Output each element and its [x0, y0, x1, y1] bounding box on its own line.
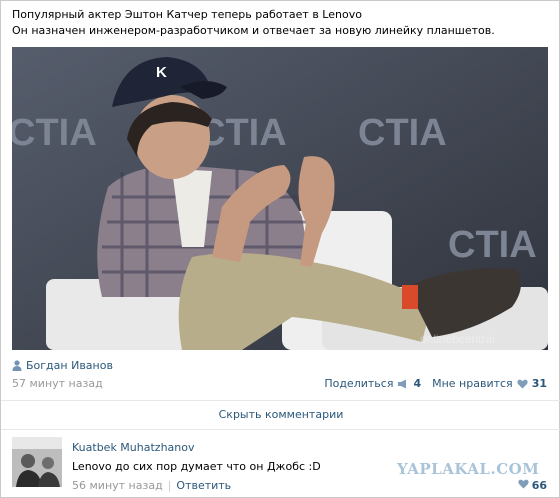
photo-watermark: onlinebcentral	[420, 332, 495, 346]
reply-button[interactable]: Ответить	[176, 479, 231, 492]
comment-like-button[interactable]: 66	[518, 479, 547, 492]
post-author-name[interactable]: Богдан Иванов	[26, 359, 113, 372]
comment-time[interactable]: 56 минут назад	[72, 479, 163, 492]
heart-icon	[517, 379, 528, 389]
divider	[1, 429, 560, 430]
backdrop-logo: CTIA	[12, 112, 97, 154]
meta-separator: |	[167, 479, 172, 492]
megaphone-icon	[397, 379, 409, 389]
post-text-line-2: Он назначен инженером-разработчиком и от…	[12, 24, 495, 37]
comment-meta: 56 минут назад | Ответить	[72, 479, 231, 492]
post-author[interactable]: Богдан Иванов	[12, 359, 113, 372]
comment-author[interactable]: Kuatbek Muhatzhanov	[72, 441, 195, 454]
heart-icon	[518, 479, 529, 492]
share-button[interactable]: Поделиться 4	[324, 377, 421, 390]
like-count: 31	[531, 377, 547, 390]
share-label: Поделиться	[324, 377, 394, 390]
post-text: Популярный актер Эштон Катчер теперь раб…	[12, 7, 552, 39]
share-count: 4	[413, 377, 422, 390]
cap-logo: K	[156, 64, 167, 81]
comment-text: Lenovo до сих пор думает что он Джобс :D	[72, 460, 321, 473]
post-actions: Поделиться 4 Мне нравится 31	[324, 377, 547, 390]
wall-post: Популярный актер Эштон Катчер теперь раб…	[0, 0, 560, 498]
post-time[interactable]: 57 минут назад	[12, 377, 103, 390]
person-icon	[12, 360, 22, 371]
like-button[interactable]: Мне нравится 31	[432, 377, 547, 390]
post-text-line-1: Популярный актер Эштон Катчер теперь раб…	[12, 8, 362, 21]
backdrop-logo: CTIA	[358, 112, 447, 154]
avatar[interactable]	[12, 437, 62, 487]
backdrop-logo: CTIA	[448, 224, 537, 266]
site-watermark: YAPLAKAL.COM	[397, 460, 540, 478]
divider	[1, 400, 560, 401]
hide-comments-link[interactable]: Скрыть комментарии	[1, 408, 560, 421]
comment-like-count: 66	[531, 479, 547, 492]
post-photo[interactable]: CTIA CTIA CTIA CTIA K onlinebcentral	[12, 47, 548, 350]
like-label: Мне нравится	[432, 377, 513, 390]
